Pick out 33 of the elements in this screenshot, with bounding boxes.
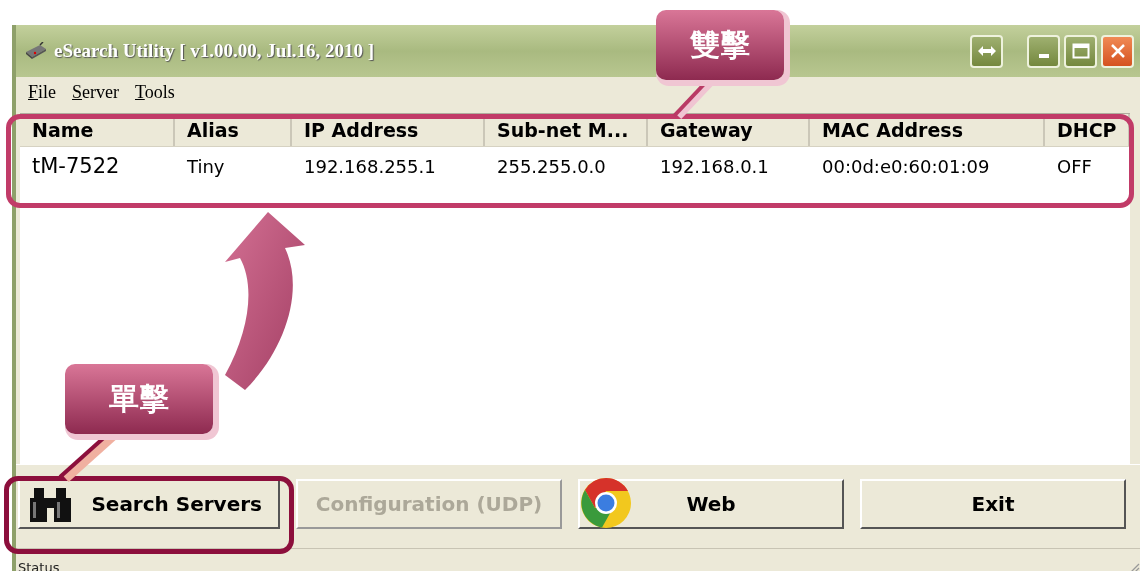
table-cell-text: 00:0d:e0:60:01:09	[821, 155, 991, 177]
column-header[interactable]: IP Address	[292, 114, 485, 146]
column-header[interactable]: Sub-net M...	[485, 114, 648, 146]
minimize-icon	[1038, 54, 1049, 58]
double-arrow-icon	[976, 45, 997, 57]
close-button[interactable]	[1101, 34, 1134, 68]
table-cell-text: Tiny	[186, 155, 226, 177]
column-header[interactable]: Alias	[175, 114, 292, 146]
action-button[interactable]: Exit	[860, 479, 1126, 529]
column-header[interactable]: MAC Address	[810, 114, 1045, 146]
resize-button[interactable]	[970, 34, 1003, 68]
table-cell-text: tM-7522	[31, 154, 121, 178]
window-title: eSearch Utility [ v1.00.00, Jul.16, 2010 ]	[54, 40, 374, 62]
menu-item[interactable]: Tools	[133, 81, 177, 103]
menu-item[interactable]: Server	[70, 81, 121, 103]
column-header[interactable]: Name	[20, 114, 175, 146]
binoculars-icon	[28, 486, 74, 524]
action-button[interactable]: Search Servers	[18, 479, 280, 529]
minimize-button[interactable]	[1027, 34, 1060, 68]
device-icon	[24, 42, 48, 60]
table-cell-text: 192.168.0.1	[659, 155, 770, 177]
table-row[interactable]: tM-7522 Tiny 192.168.255.1 255.255.0.0 192.168.0.1 00:0d:e0:60:01:09 OFF	[20, 147, 1130, 185]
table-cell-text: 192.168.255.1	[303, 155, 437, 177]
maximize-icon	[1071, 43, 1090, 59]
menu-item[interactable]: File	[26, 81, 58, 103]
browser-icon	[580, 477, 632, 529]
action-button[interactable]: Web	[578, 479, 844, 529]
table-cell-text: 255.255.0.0	[496, 155, 607, 177]
column-header[interactable]: DHCP	[1045, 114, 1130, 146]
close-icon	[1109, 43, 1126, 59]
table-cell-text: OFF	[1056, 155, 1093, 177]
column-header[interactable]: Gateway	[648, 114, 810, 146]
maximize-button[interactable]	[1064, 34, 1097, 68]
